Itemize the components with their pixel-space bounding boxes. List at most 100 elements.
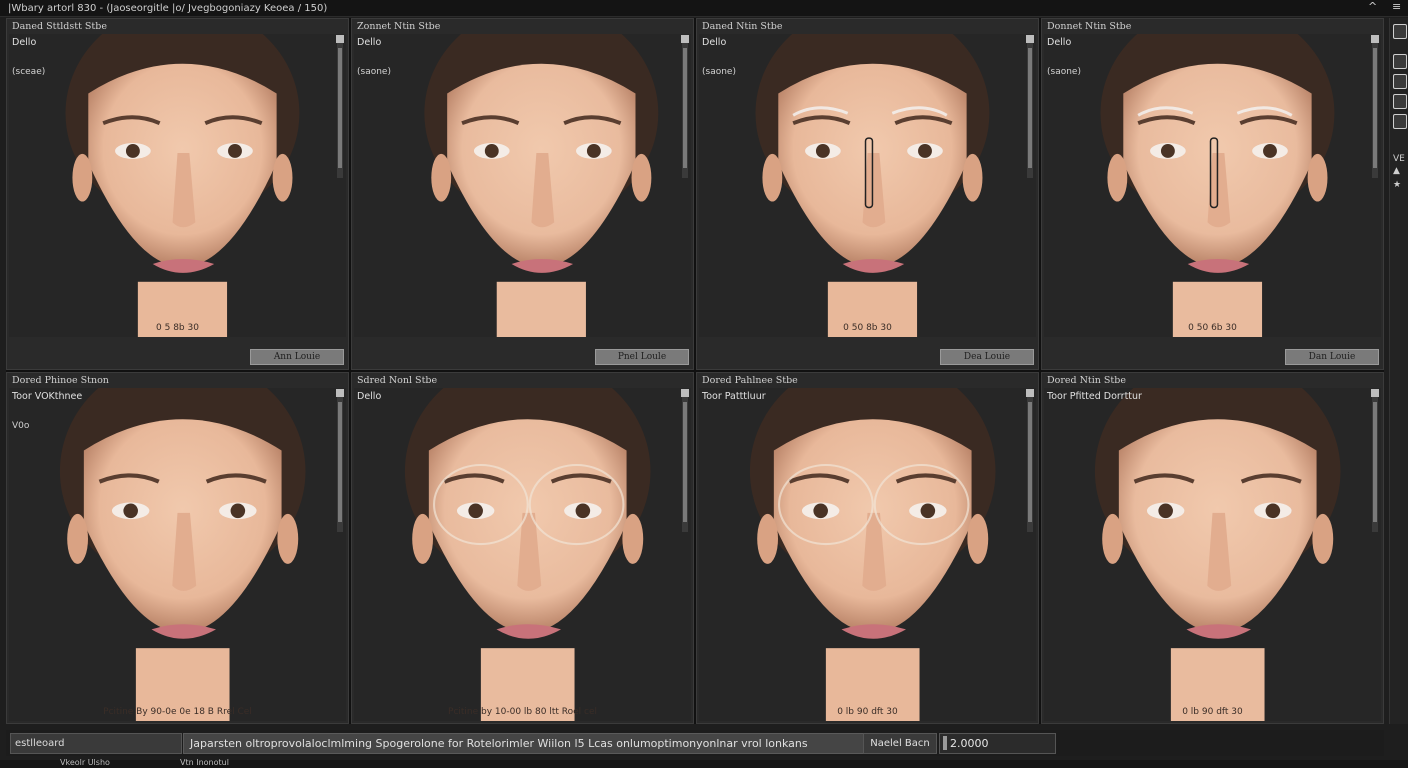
face-panel[interactable]: Dored Phinoe Stnon Toor VOKthnee V0o Pci… [6,372,349,724]
panel-scrollbar[interactable] [336,35,344,178]
bottom-strip-text-b: Vtn Inonotul [180,758,229,767]
scroll-up-icon[interactable] [681,35,689,43]
panel-scrollbar[interactable] [336,389,344,532]
panel-scrollbar[interactable] [681,35,689,178]
status-tag[interactable]: Naelel Bacn [863,733,937,754]
value-marker [943,736,947,750]
panel-title: Daned Ntin Stbe [702,21,783,32]
face-render [9,388,346,721]
panel-mode-label: Dello [357,37,382,48]
panel-scrollbar[interactable] [681,389,689,532]
face-render [354,34,691,337]
face-panel[interactable]: Daned Sttldstt Stbe Dello (sceae) 0 5 8b… [6,18,349,370]
status-message: Japarsten oltroprovolaloclmlming Spogero… [183,733,868,754]
panel-caption: Pcitine By 90-0e 0e 18 B Rrel Cel [103,707,252,717]
face-panel[interactable]: Zonnet Ntin Stbe Dello (saone) Pnel Loul… [351,18,694,370]
panel-viewport[interactable]: Toor Pfitted Dorrttur 0 lb 90 dft 30 [1044,388,1381,721]
panel-button[interactable]: Dea Louie [940,349,1034,365]
scroll-up-icon[interactable] [1371,35,1379,43]
panel-viewport[interactable]: Toor Patttluur 0 lb 90 dft 30 [699,388,1036,721]
tool-icon-1[interactable] [1393,24,1407,39]
panel-viewport[interactable]: Dello (saone) [354,34,691,337]
panel-scrollbar[interactable] [1026,389,1034,532]
panel-mode-label: Toor Pfitted Dorrttur [1047,391,1142,402]
face-panel[interactable]: Dored Ntin Stbe Toor Pfitted Dorrttur 0 … [1041,372,1384,724]
face-render [699,34,1036,337]
window-title: |Wbary artorl 830 - (Jaoseorgitle |o/ Jv… [8,2,328,14]
toolbar-label-ve: VE [1393,154,1405,164]
scroll-thumb[interactable] [1373,48,1377,168]
panel-caption: 0 50 8b 30 [843,323,892,333]
panel-sub-label: (saone) [702,67,736,77]
panel-scrollbar[interactable] [1026,35,1034,178]
scroll-thumb[interactable] [338,402,342,522]
panel-mode-label: Dello [357,391,382,402]
status-value-field[interactable]: 2.0000 [939,733,1056,754]
panel-scrollbar[interactable] [1371,389,1379,532]
panel-title: Dored Phinoe Stnon [12,375,109,386]
scroll-up-icon[interactable] [1026,389,1034,397]
panel-mode-label: Dello [702,37,727,48]
minimize-button[interactable]: ^ [1368,0,1377,13]
face-render [354,388,691,721]
tool-icon-5[interactable] [1393,114,1407,129]
panel-mode-label: Dello [1047,37,1072,48]
panel-caption: 0 lb 90 dft 30 [837,707,898,717]
scroll-thumb[interactable] [1028,402,1032,522]
panel-viewport[interactable]: Toor VOKthnee V0o Pcitine By 90-0e 0e 18… [9,388,346,721]
right-toolbar: VE ▲ ★ [1389,18,1408,724]
tool-icon-4[interactable] [1393,94,1407,109]
scroll-up-icon[interactable] [336,35,344,43]
scroll-thumb[interactable] [1373,402,1377,522]
panel-button[interactable]: Dan Louie [1285,349,1379,365]
face-render [9,34,346,337]
face-grid: Daned Sttldstt Stbe Dello (sceae) 0 5 8b… [6,18,1384,724]
face-render [1044,388,1381,721]
scroll-thumb[interactable] [683,48,687,168]
panel-title: Daned Sttldstt Stbe [12,21,107,32]
status-bar: estlleoard Japarsten oltroprovolaloclmlm… [6,730,1384,756]
face-render [1044,34,1381,337]
bottom-strip: Vkeolr Ulsho Vtn Inonotul [0,758,1408,768]
status-value: 2.0000 [950,737,989,750]
panel-title: Sdred Nonl Stbe [357,375,438,386]
panel-viewport[interactable]: Dello Pcitine by 10-00 lb 80 ltt Roel ce… [354,388,691,721]
panel-viewport[interactable]: Dello (saone) 0 50 8b 30 [699,34,1036,337]
tool-icon-2[interactable] [1393,54,1407,69]
panel-sub-label: (saone) [1047,67,1081,77]
window-titlebar: |Wbary artorl 830 - (Jaoseorgitle |o/ Jv… [0,0,1408,17]
scroll-up-icon[interactable] [681,389,689,397]
panel-button[interactable]: Ann Louie [250,349,344,365]
bottom-strip-text-a: Vkeolr Ulsho [60,758,110,767]
scroll-up-icon[interactable] [1371,389,1379,397]
panel-title: Dored Ntin Stbe [1047,375,1126,386]
panel-scrollbar[interactable] [1371,35,1379,178]
panel-viewport[interactable]: Dello (sceae) 0 5 8b 30 [9,34,346,337]
panel-button[interactable]: Pnel Loule [595,349,689,365]
face-panel[interactable]: Daned Ntin Stbe Dello (saone) 0 50 8b 30… [696,18,1039,370]
face-panel[interactable]: Sdred Nonl Stbe Dello Pcitine by 10-00 l… [351,372,694,724]
face-panel[interactable]: Donnet Ntin Stbe Dello (saone) 0 50 6b 3… [1041,18,1384,370]
panel-title: Dored Pahlnee Stbe [702,375,798,386]
panel-mode-label: Toor VOKthnee [12,391,83,402]
status-left-field[interactable]: estlleoard [10,733,182,754]
panel-caption: Pcitine by 10-00 lb 80 ltt Roel cel [448,707,597,717]
panel-sub-label: V0o [12,421,30,431]
triangle-icon[interactable]: ▲ [1393,166,1400,176]
panel-caption: 0 lb 90 dft 30 [1182,707,1243,717]
panel-caption: 0 50 6b 30 [1188,323,1237,333]
tool-icon-3[interactable] [1393,74,1407,89]
face-render [699,388,1036,721]
face-panel[interactable]: Dored Pahlnee Stbe Toor Patttluur 0 lb 9… [696,372,1039,724]
scroll-up-icon[interactable] [336,389,344,397]
star-icon[interactable]: ★ [1393,180,1401,190]
panel-mode-label: Toor Patttluur [702,391,766,402]
panel-sub-label: (saone) [357,67,391,77]
scroll-thumb[interactable] [683,402,687,522]
scroll-thumb[interactable] [1028,48,1032,168]
panel-mode-label: Dello [12,37,37,48]
scroll-up-icon[interactable] [1026,35,1034,43]
panel-viewport[interactable]: Dello (saone) 0 50 6b 30 [1044,34,1381,337]
scroll-thumb[interactable] [338,48,342,168]
menu-button[interactable]: ≡ [1392,0,1401,13]
